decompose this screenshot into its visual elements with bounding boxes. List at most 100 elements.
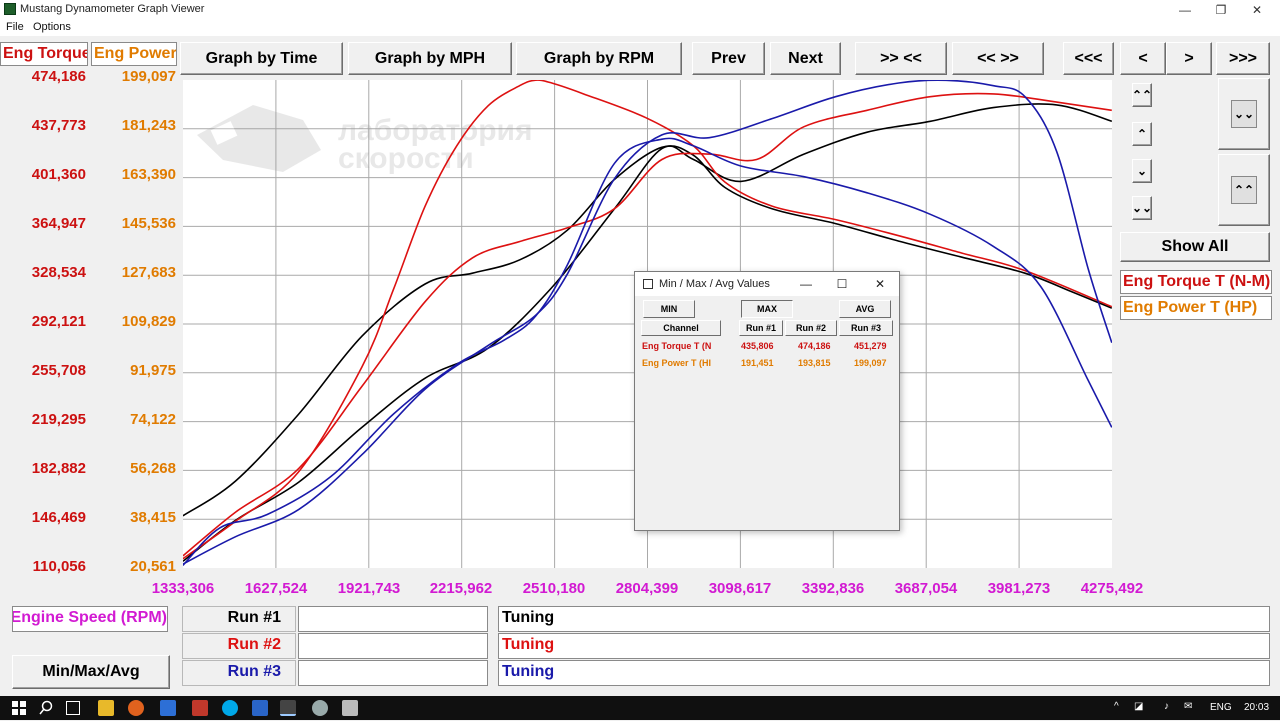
run-3-label: Run #3 (182, 660, 296, 686)
channel-column-header: Channel (641, 320, 721, 336)
run-3-name-field[interactable] (298, 660, 488, 686)
torque-tick: 146,469 (31, 509, 86, 526)
min-tab-button[interactable]: MIN (643, 300, 695, 318)
row-value: 193,815 (798, 358, 831, 368)
dialog-title-bar[interactable]: Min / Max / Avg Values — ☐ ✕ (635, 272, 899, 296)
dialog-minimize-icon[interactable]: — (795, 274, 817, 294)
power-tick: 56,268 (130, 460, 176, 477)
compress-scale-button[interactable]: ⌃⌃ (1218, 154, 1270, 226)
graph-by-time-button[interactable]: Graph by Time (180, 42, 343, 75)
row-channel-name: Eng Power T (HI (642, 358, 712, 368)
app-red-icon[interactable] (192, 700, 208, 716)
torque-tick: 401,360 (31, 166, 86, 183)
input-language[interactable]: ENG (1210, 702, 1232, 713)
min-max-avg-dialog[interactable]: Min / Max / Avg Values — ☐ ✕ MIN MAX AVG… (634, 271, 900, 531)
tray-up-chevron-icon[interactable]: ^ (1114, 701, 1119, 712)
run-1-label: Run #1 (182, 606, 296, 632)
torque-tick: 255,708 (31, 362, 86, 379)
power-tick: 20,561 (130, 558, 176, 575)
dyno-viewer-taskbar-icon[interactable] (280, 700, 296, 716)
rpm-tick: 1921,743 (337, 580, 401, 597)
graph-by-mph-button[interactable]: Graph by MPH (348, 42, 512, 75)
skype-icon[interactable] (222, 700, 238, 716)
x-channel-selector[interactable]: Engine Speed (RPM) (12, 606, 168, 632)
close-icon[interactable]: ✕ (1240, 0, 1274, 20)
row-channel-name: Eng Torque T (N (642, 341, 712, 351)
menu-options[interactable]: Options (33, 21, 71, 33)
power-tick: 163,390 (121, 166, 176, 183)
double-chevron-up-icon: ⌃⌃ (1230, 176, 1258, 204)
graph-by-rpm-button[interactable]: Graph by RPM (516, 42, 682, 75)
watermark-text-2: скорости (338, 142, 474, 175)
zoom-in-button[interactable]: >> << (855, 42, 947, 75)
scale-up-button[interactable]: ⌃ (1132, 122, 1152, 146)
rpm-tick: 2804,399 (615, 580, 679, 597)
network-icon[interactable]: ◪ (1134, 701, 1143, 712)
chevron-down-icon: ⌄ (1136, 164, 1148, 178)
scroll-back-button[interactable]: < (1120, 42, 1166, 75)
rpm-tick: 3098,617 (708, 580, 772, 597)
power-tick: 38,415 (130, 509, 176, 526)
app-blue-icon[interactable] (252, 700, 268, 716)
run1-column-header: Run #1 (739, 320, 783, 336)
start-windows-icon[interactable] (12, 701, 26, 715)
clock[interactable]: 20:03 (1244, 702, 1269, 713)
torque-channel-header[interactable]: Eng Torque T (N-M) (0, 42, 88, 66)
rpm-tick: 2215,962 (429, 580, 493, 597)
avg-tab-button[interactable]: AVG (839, 300, 891, 318)
dialog-maximize-icon[interactable]: ☐ (831, 274, 853, 294)
power-channel-header[interactable]: Eng Power T (HP) (91, 42, 177, 66)
run-2-name-field[interactable] (298, 633, 488, 659)
rpm-tick: 1627,524 (244, 580, 308, 597)
rpm-tick: 2510,180 (522, 580, 586, 597)
run-2-note[interactable]: Tuning (498, 633, 1270, 659)
notification-icon[interactable]: ✉ (1184, 701, 1192, 712)
minimize-icon[interactable]: — (1168, 0, 1202, 20)
scale-up-fast-button[interactable]: ⌃⌃ (1132, 83, 1152, 107)
run-2-label: Run #2 (182, 633, 296, 659)
row-value: 199,097 (854, 358, 887, 368)
power-tick: 181,243 (121, 117, 176, 134)
save-disk-icon[interactable] (160, 700, 176, 716)
zoom-out-button[interactable]: << >> (952, 42, 1044, 75)
torque-tick: 437,773 (31, 117, 86, 134)
task-view-icon[interactable] (66, 701, 80, 715)
run-3-note[interactable]: Tuning (498, 660, 1270, 686)
max-tab-button[interactable]: MAX (741, 300, 793, 318)
search-icon[interactable] (38, 700, 54, 716)
scroll-forward-button[interactable]: > (1166, 42, 1212, 75)
rpm-tick: 3392,836 (801, 580, 865, 597)
power-tick: 127,683 (121, 264, 176, 281)
file-explorer-icon[interactable] (98, 700, 114, 716)
next-button[interactable]: Next (770, 42, 841, 75)
torque-tick: 364,947 (31, 215, 86, 232)
show-all-button[interactable]: Show All (1120, 232, 1270, 262)
power-tick: 199,097 (121, 68, 176, 85)
power-tick: 145,536 (121, 215, 176, 232)
photos-icon[interactable] (342, 700, 358, 716)
rpm-tick: 3687,054 (894, 580, 958, 597)
torque-legend-item[interactable]: Eng Torque T (N-M) (1120, 270, 1272, 294)
power-legend-item[interactable]: Eng Power T (HP) (1120, 296, 1272, 320)
dialog-close-icon[interactable]: ✕ (869, 274, 891, 294)
app-gray-icon[interactable] (312, 700, 328, 716)
scroll-last-button[interactable]: >>> (1216, 42, 1270, 75)
volume-icon[interactable]: ♪ (1164, 701, 1169, 712)
app-icon (4, 3, 16, 15)
scale-down-fast-button[interactable]: ⌄⌄ (1132, 196, 1152, 220)
maximize-icon[interactable]: ❐ (1204, 0, 1238, 20)
firefox-icon[interactable] (128, 700, 144, 716)
run-1-name-field[interactable] (298, 606, 488, 632)
power-tick: 74,122 (130, 411, 176, 428)
expand-scale-button[interactable]: ⌄⌄ (1218, 78, 1270, 150)
scroll-first-button[interactable]: <<< (1063, 42, 1114, 75)
prev-button[interactable]: Prev (692, 42, 765, 75)
min-max-avg-button[interactable]: Min/Max/Avg (12, 655, 170, 689)
power-tick: 109,829 (121, 313, 176, 330)
menu-file[interactable]: File (6, 21, 24, 33)
run-1-note[interactable]: Tuning (498, 606, 1270, 632)
rpm-tick: 1333,306 (151, 580, 215, 597)
torque-tick: 474,186 (31, 68, 86, 85)
scale-down-button[interactable]: ⌄ (1132, 159, 1152, 183)
torque-tick: 110,056 (32, 558, 86, 575)
